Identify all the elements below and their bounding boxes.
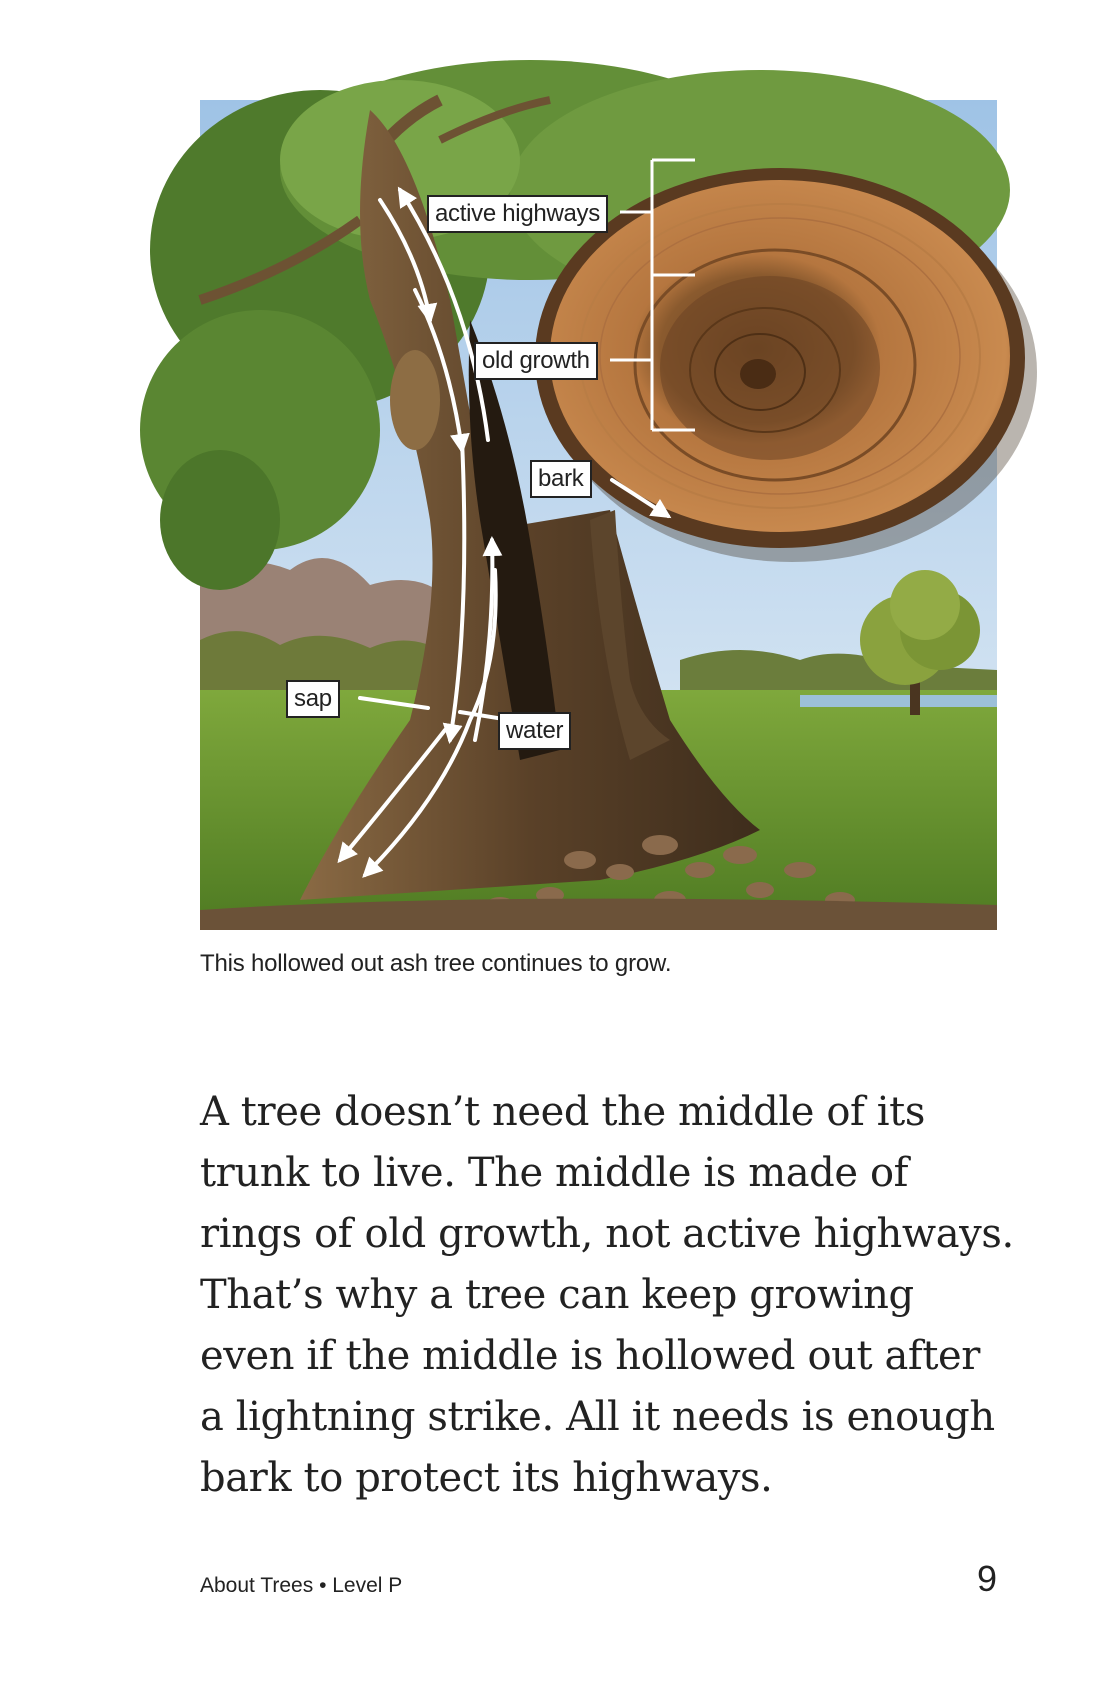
label-old-growth: old growth [474, 342, 598, 380]
body-line: bark to protect its highways. [200, 1455, 773, 1501]
label-water: water [498, 712, 572, 750]
body-line: That’s why a tree can keep growing [200, 1272, 914, 1318]
body-line: trunk to live. The middle is made of [200, 1150, 909, 1196]
body-paragraph: A tree doesn’t need the middle of its tr… [200, 1082, 1030, 1509]
label-bark: bark [530, 460, 592, 498]
body-line: a lightning strike. All it needs is enou… [200, 1394, 995, 1440]
body-line: A tree doesn’t need the middle of its [200, 1089, 925, 1135]
figure-caption: This hollowed out ash tree continues to … [200, 950, 672, 977]
body-line: rings of old growth, not active highways… [200, 1211, 1014, 1257]
footer-book-title: About Trees • Level P [200, 1574, 403, 1597]
tree-figure: active highways old growth bark sap wate… [140, 60, 1037, 930]
label-sap: sap [286, 680, 340, 718]
body-line: even if the middle is hollowed out after [200, 1333, 980, 1379]
label-active-highways: active highways [427, 195, 608, 233]
page-number: 9 [976, 1558, 997, 1599]
